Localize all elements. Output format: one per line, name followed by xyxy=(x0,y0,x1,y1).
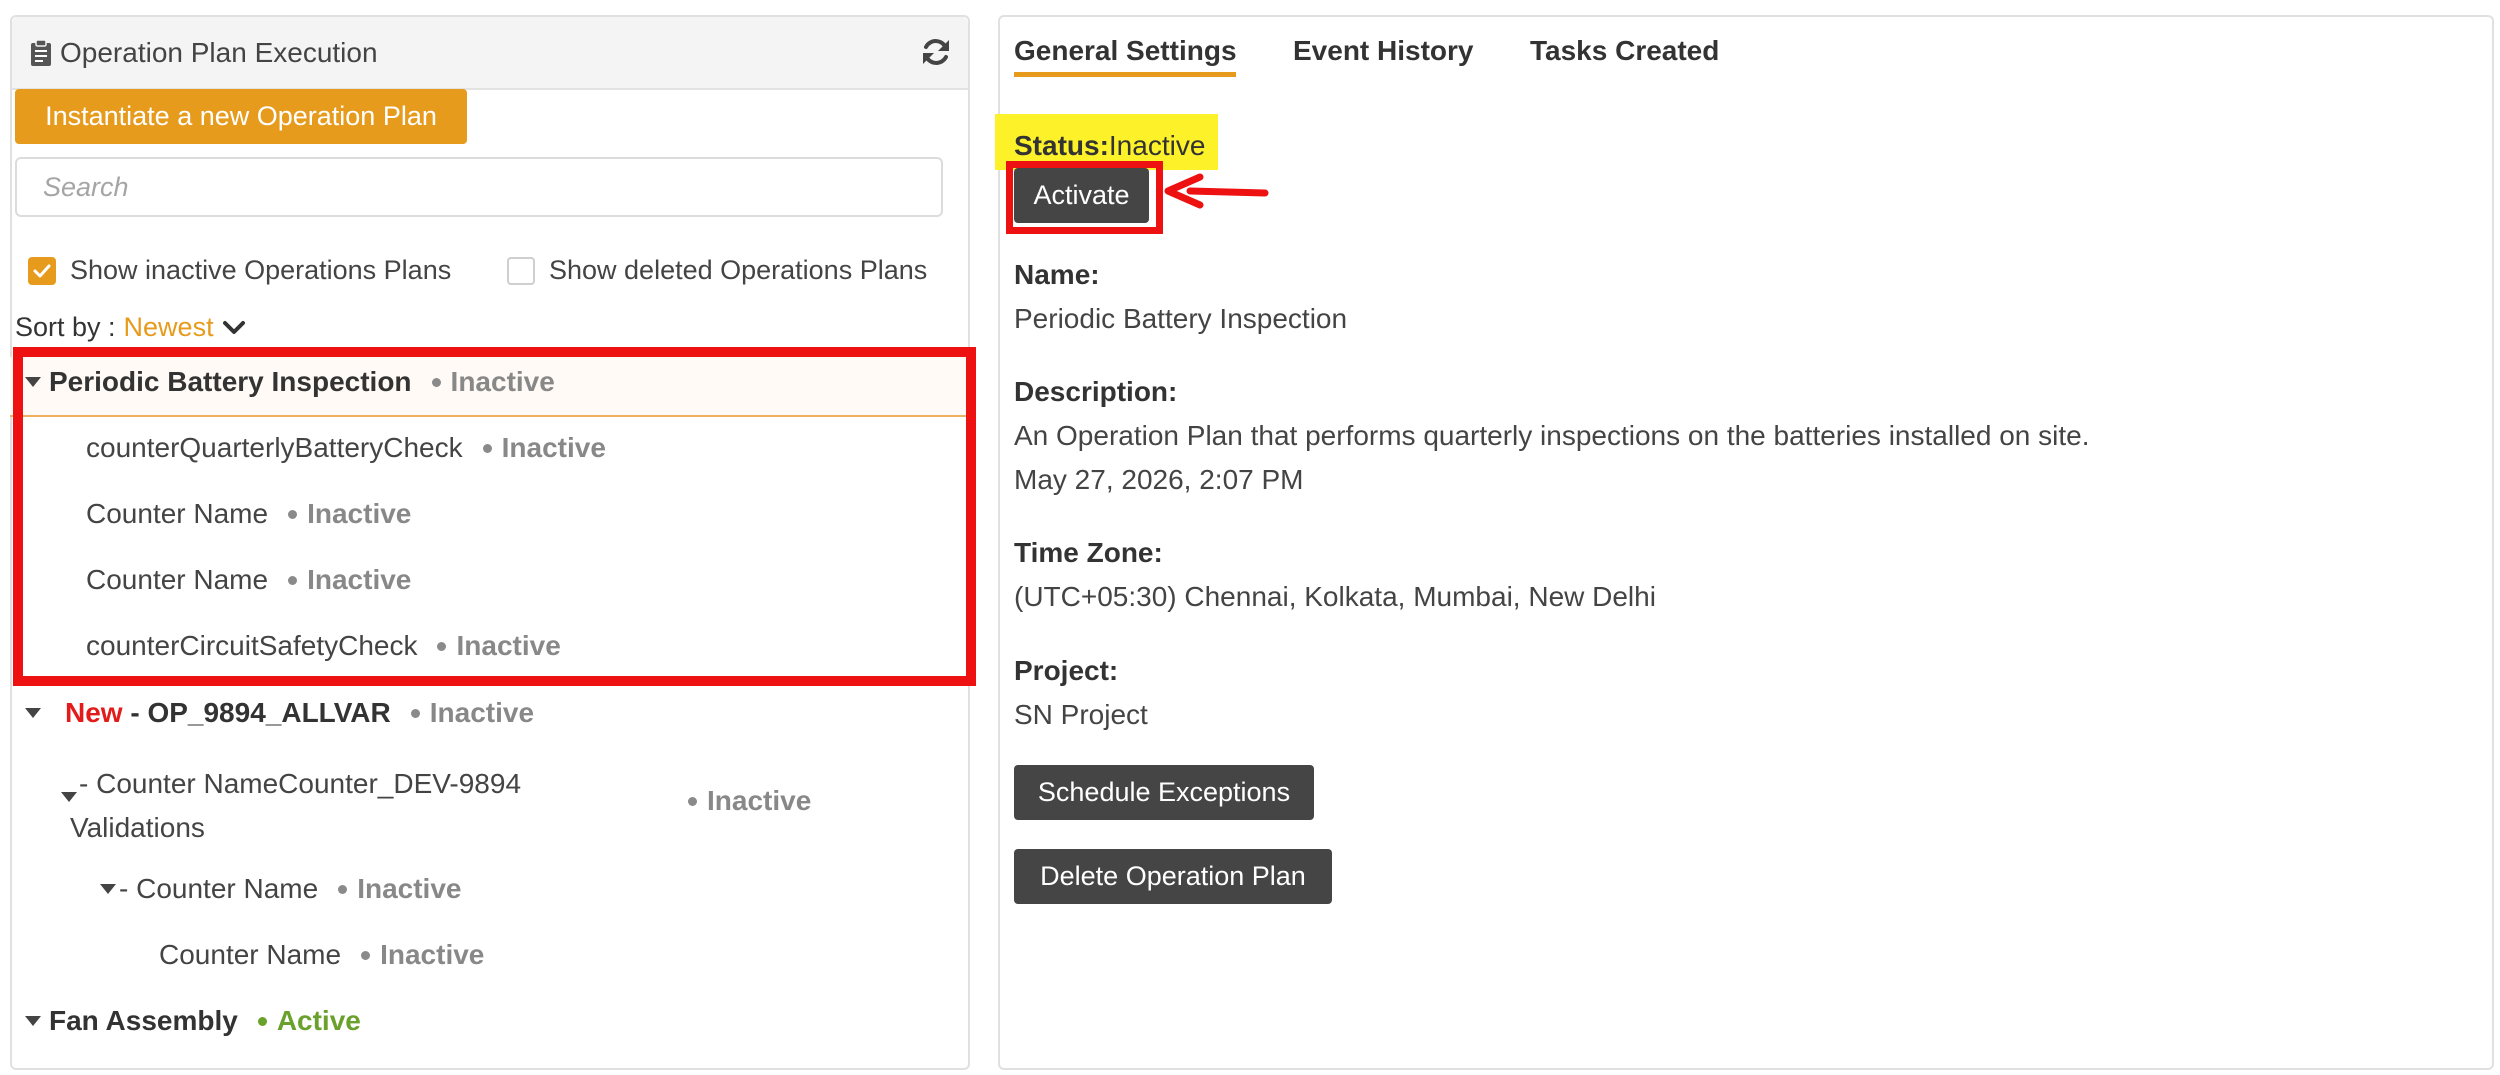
tree-item-label: counterCircuitSafetyCheck xyxy=(86,630,418,661)
status-badge: Inactive xyxy=(707,785,812,816)
status-dot-icon xyxy=(482,443,492,453)
tree-item-counter-name-leaf[interactable]: Counter Name Inactive xyxy=(159,939,484,971)
status-field: Status:Inactive xyxy=(1014,130,1205,162)
status-dot-icon xyxy=(361,950,371,960)
status-badge: Inactive xyxy=(501,432,606,463)
check-icon xyxy=(33,264,51,277)
status-dot-icon xyxy=(288,509,298,519)
caret-down-icon[interactable] xyxy=(100,884,116,894)
timezone-value: (UTC+05:30) Chennai, Kolkata, Mumbai, Ne… xyxy=(1014,581,1656,612)
sort-label: Sort by : xyxy=(15,312,116,342)
tree-item-label-line2: Validations xyxy=(70,812,205,843)
tab-tasks-created[interactable]: Tasks Created xyxy=(1530,35,1719,67)
project-value: SN Project xyxy=(1014,699,1148,730)
status-value: Inactive xyxy=(1108,130,1206,161)
status-dot-icon xyxy=(688,796,697,806)
panel-header: Operation Plan Execution xyxy=(12,17,968,90)
show-inactive-option[interactable]: Show inactive Operations Plans xyxy=(28,255,451,286)
status-badge: Inactive xyxy=(429,697,535,728)
search-input[interactable] xyxy=(15,157,943,217)
tree-item-label: Fan Assembly xyxy=(49,1005,238,1036)
status-dot-icon xyxy=(338,884,348,894)
active-tab-indicator xyxy=(1014,72,1236,77)
tree-item-counter-name[interactable]: Counter Name Inactive xyxy=(86,498,411,530)
status-badge: Inactive xyxy=(456,630,561,661)
tree-item-counter-dev-9894[interactable]: - Counter NameCounter_DEV-9894 Validatio… xyxy=(61,762,521,850)
tree-item-label: Periodic Battery Inspection xyxy=(49,366,412,397)
tree-item-counter-name-sub[interactable]: - Counter Name Inactive xyxy=(100,873,461,905)
tree-item-label: Counter Name xyxy=(159,939,342,970)
tree-item-counter-circuit-safety-check[interactable]: counterCircuitSafetyCheck Inactive xyxy=(86,630,561,662)
caret-down-icon[interactable] xyxy=(61,792,77,802)
new-badge: New xyxy=(65,697,123,728)
status-dot-icon xyxy=(410,708,420,718)
show-deleted-checkbox[interactable] xyxy=(507,256,535,285)
chevron-down-icon[interactable] xyxy=(222,312,246,343)
tree-item-periodic-battery-inspection[interactable]: Periodic Battery Inspection Inactive xyxy=(25,366,555,398)
tree-item-label: Counter Name xyxy=(86,564,269,595)
status-badge: Inactive xyxy=(450,366,555,397)
status-dot-icon xyxy=(257,1016,267,1026)
tree-item-label: - Counter NameCounter_DEV-9894 xyxy=(79,768,522,799)
status-dot-icon xyxy=(288,575,298,585)
tree-item-label: counterQuarterlyBatteryCheck xyxy=(86,432,463,463)
delete-operation-plan-button[interactable]: Delete Operation Plan xyxy=(1014,849,1332,904)
tree-item-label: - Counter Name xyxy=(119,873,319,904)
description-label: Description: xyxy=(1014,376,1178,407)
status-dot-icon xyxy=(437,641,447,651)
status-dot-icon xyxy=(431,377,441,387)
show-deleted-option[interactable]: Show deleted Operations Plans xyxy=(507,255,927,286)
status-badge: Inactive xyxy=(307,564,412,595)
caret-down-icon[interactable] xyxy=(25,377,41,387)
clipboard-icon xyxy=(30,39,52,67)
description-value: An Operation Plan that performs quarterl… xyxy=(1014,420,2090,451)
date-value: May 27, 2026, 2:07 PM xyxy=(1014,464,1304,495)
status-badge: Inactive xyxy=(357,873,462,904)
schedule-exceptions-button[interactable]: Schedule Exceptions xyxy=(1014,765,1314,820)
project-label: Project: xyxy=(1014,655,1119,686)
caret-down-icon[interactable] xyxy=(25,1016,41,1026)
status-badge: Active xyxy=(276,1005,361,1036)
tree-item-label: Counter Name xyxy=(86,498,269,529)
red-arrow-annotation xyxy=(1160,173,1270,218)
name-value: Periodic Battery Inspection xyxy=(1014,303,1348,334)
tab-event-history[interactable]: Event History xyxy=(1293,35,1474,67)
tree-item-op-9894-allvar[interactable]: New - OP_9894_ALLVAR Inactive xyxy=(25,697,534,729)
tree-item-counter-quarterly-battery-check[interactable]: counterQuarterlyBatteryCheck Inactive xyxy=(86,432,606,464)
show-inactive-checkbox[interactable] xyxy=(28,256,56,285)
tree-item-counter-name[interactable]: Counter Name Inactive xyxy=(86,564,411,596)
status-badge: Inactive xyxy=(307,498,412,529)
tree-item-fan-assembly[interactable]: Fan Assembly Active xyxy=(25,1005,361,1037)
instantiate-operation-plan-button[interactable]: Instantiate a new Operation Plan xyxy=(15,89,467,144)
status-label: Status: xyxy=(1014,130,1109,161)
sort-dropdown[interactable]: Newest xyxy=(124,312,214,343)
status-badge: Inactive xyxy=(380,939,485,970)
caret-down-icon[interactable] xyxy=(25,708,41,718)
tab-general-settings[interactable]: General Settings xyxy=(1014,35,1237,67)
refresh-icon[interactable] xyxy=(920,36,952,68)
timezone-label: Time Zone: xyxy=(1014,537,1163,568)
panel-title: Operation Plan Execution xyxy=(60,37,378,68)
show-inactive-label: Show inactive Operations Plans xyxy=(70,255,452,285)
name-label: Name: xyxy=(1014,259,1100,290)
tree-item-label: - OP_9894_ALLVAR xyxy=(122,697,391,728)
tree-item-counter-dev-9894-status: Inactive xyxy=(675,785,811,817)
sort-control: Sort by : Newest xyxy=(15,312,246,343)
show-deleted-label: Show deleted Operations Plans xyxy=(549,255,928,285)
activate-button[interactable]: Activate xyxy=(1014,168,1149,223)
